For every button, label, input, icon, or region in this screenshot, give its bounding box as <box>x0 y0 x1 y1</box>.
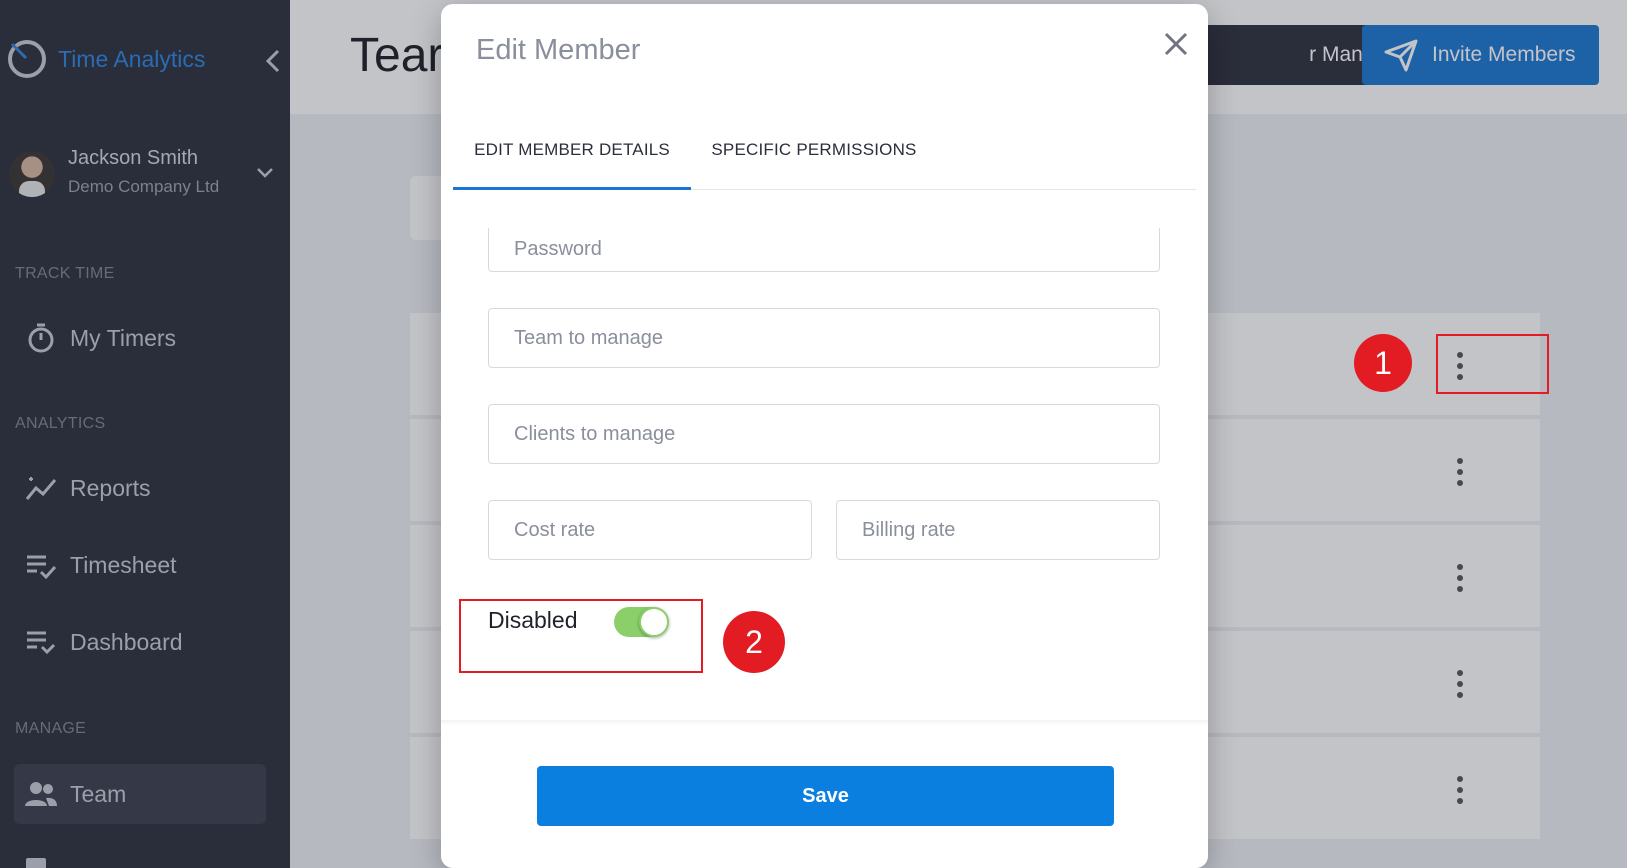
clients-to-manage-placeholder: Clients to manage <box>514 422 676 445</box>
annotation-badge-2: 2 <box>723 611 785 673</box>
footer-divider <box>441 720 1208 726</box>
tab-specific-permissions[interactable]: SPECIFIC PERMISSIONS <box>703 110 925 190</box>
active-tab-indicator <box>453 187 691 190</box>
cost-rate-placeholder: Cost rate <box>514 518 596 541</box>
modal-title: Edit Member <box>476 34 641 66</box>
tab-edit-member-details[interactable]: EDIT MEMBER DETAILS <box>453 110 691 190</box>
annotation-box-1 <box>1436 334 1549 394</box>
annotation-badge-1: 1 <box>1354 334 1412 392</box>
password-placeholder: Password <box>514 238 602 260</box>
tab-bar: EDIT MEMBER DETAILS SPECIFIC PERMISSIONS <box>453 110 1196 190</box>
annotation-box-2 <box>459 599 703 673</box>
billing-rate-field[interactable]: Billing rate <box>836 500 1160 560</box>
team-to-manage-placeholder: Team to manage <box>514 326 663 349</box>
edit-member-dialog: Edit Member EDIT MEMBER DETAILS SPECIFIC… <box>441 4 1208 868</box>
password-field[interactable]: Password <box>488 228 1160 272</box>
team-to-manage-field[interactable]: Team to manage <box>488 308 1160 368</box>
clients-to-manage-field[interactable]: Clients to manage <box>488 404 1160 464</box>
close-icon[interactable] <box>1161 29 1191 59</box>
billing-rate-placeholder: Billing rate <box>862 518 956 541</box>
cost-rate-field[interactable]: Cost rate <box>488 500 812 560</box>
save-button[interactable]: Save <box>537 766 1114 826</box>
